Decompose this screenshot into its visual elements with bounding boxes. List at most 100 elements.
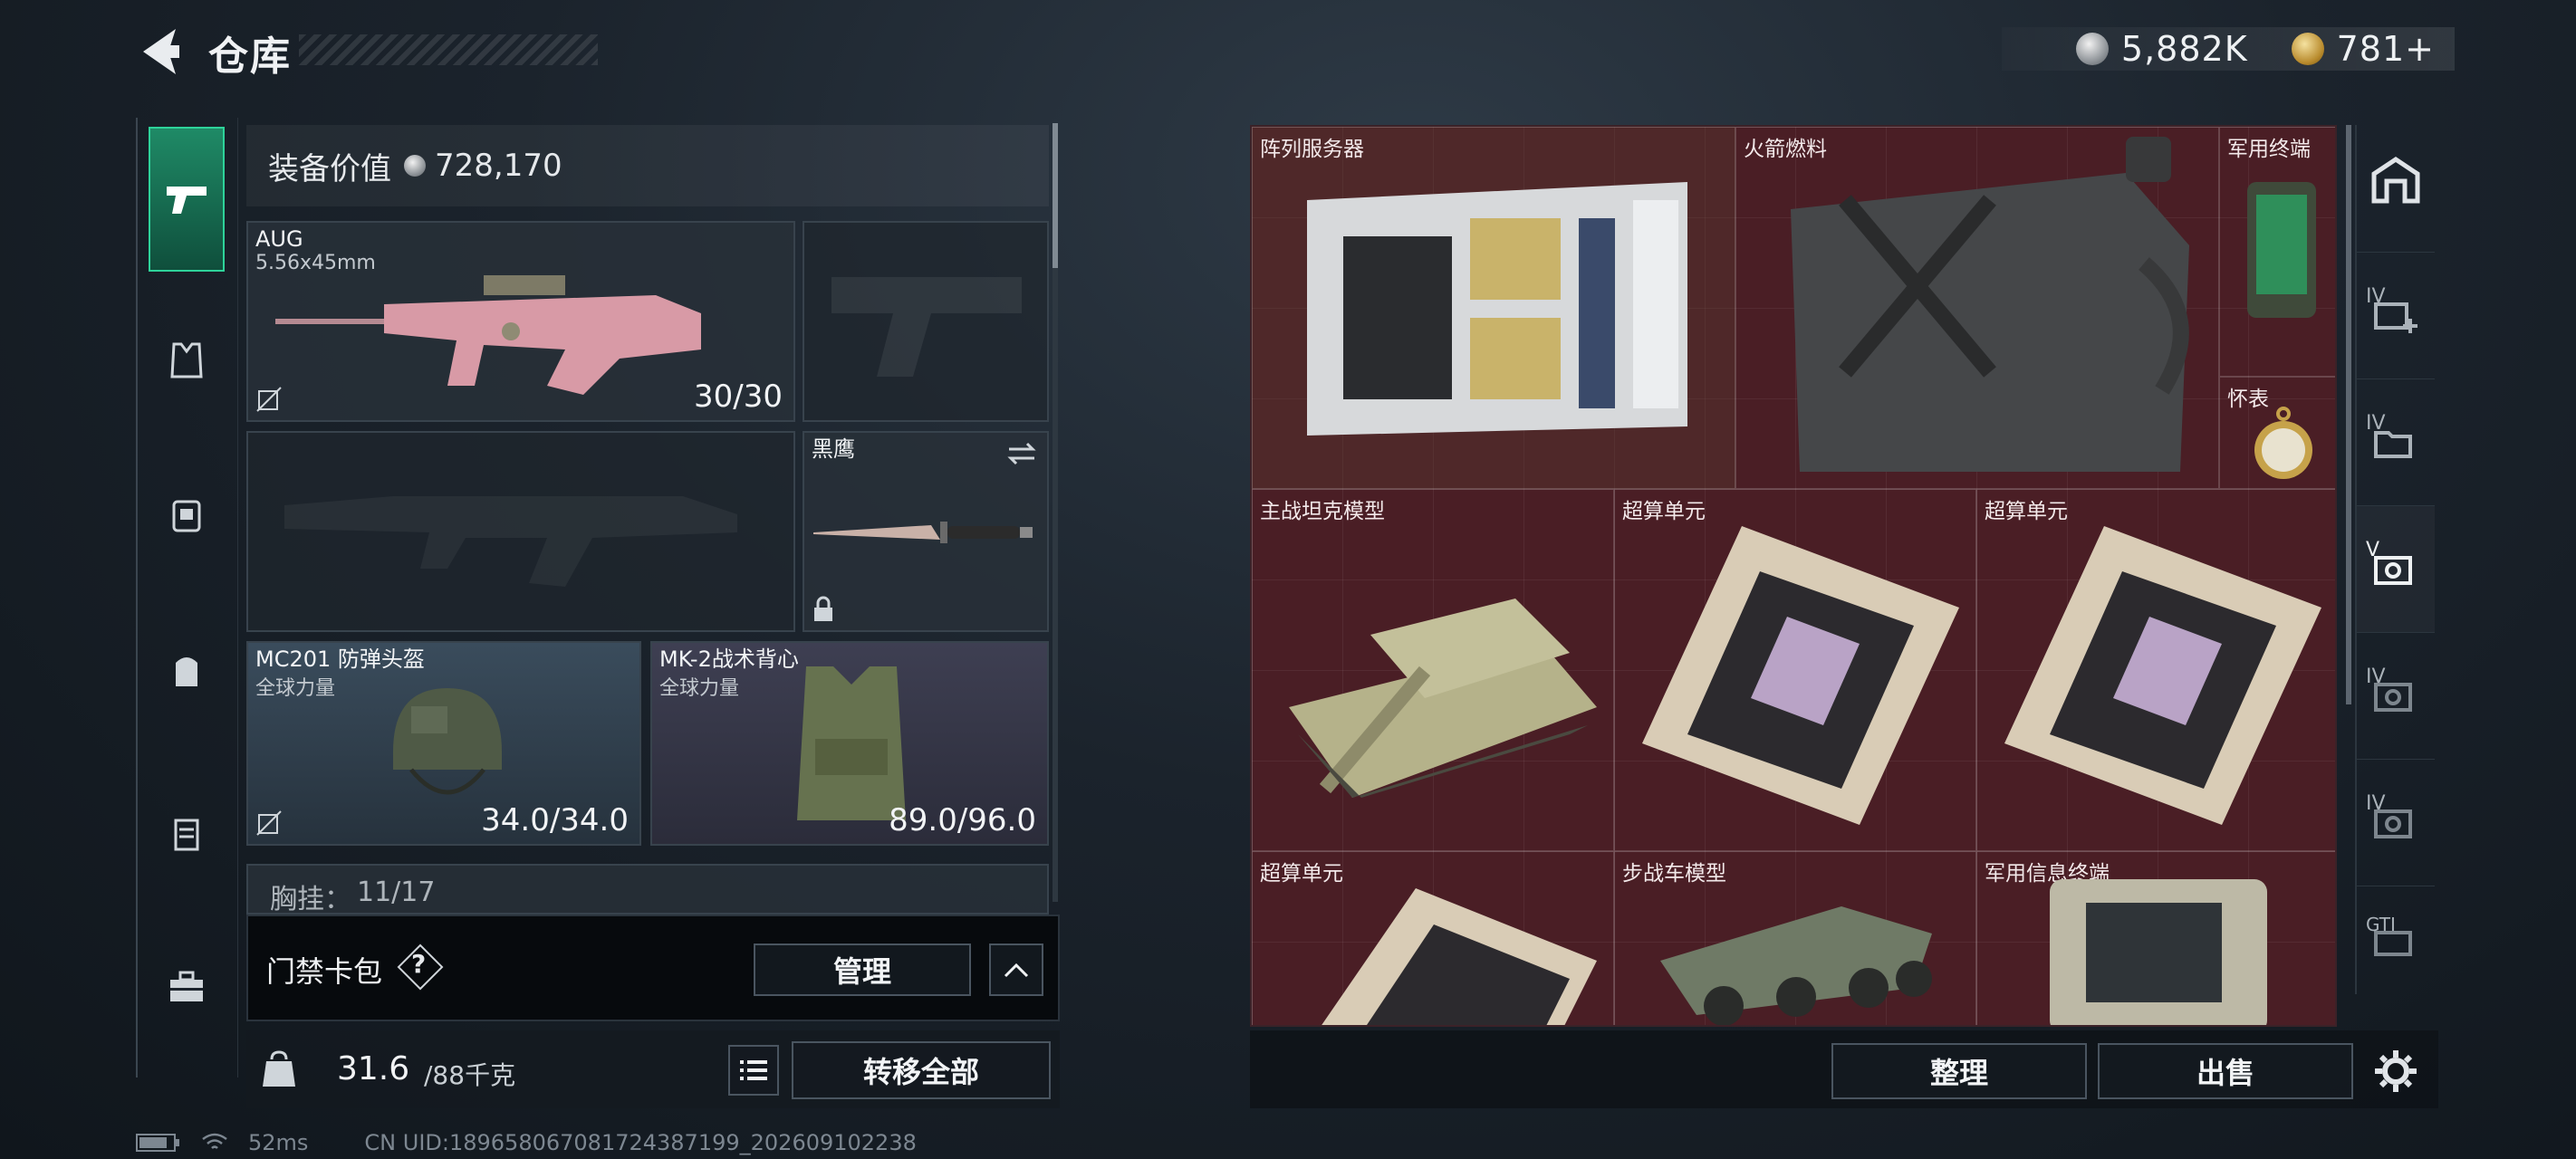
chest-rig-icon	[172, 500, 201, 532]
chest-rig-slot[interactable]: 胸挂： 11/17	[246, 864, 1049, 915]
tab-warehouse-home[interactable]	[2357, 125, 2435, 234]
list-icon	[740, 1060, 767, 1080]
tab-level: V	[2366, 539, 2380, 561]
item-military-info-terminal[interactable]: 军用信息终端	[1976, 851, 2335, 1025]
case-icon	[174, 819, 199, 851]
equipment-scrollbar-thumb[interactable]	[1053, 123, 1058, 268]
tank-image	[1289, 599, 1597, 798]
category-case[interactable]	[149, 788, 225, 878]
tab-storage-iv-safe[interactable]: IV	[2357, 632, 2435, 760]
armor-brand: 全球力量	[659, 677, 740, 700]
item-supercomputer-unit[interactable]: 超算单元	[1614, 489, 1976, 851]
card-pack-label: 门禁卡包	[266, 954, 383, 989]
gold-coin-icon	[2291, 33, 2324, 65]
item-label: 阵列服务器	[1260, 138, 1364, 161]
primary-weapon-slot[interactable]: AUG 5.56x45mm 30/30	[246, 221, 795, 422]
pistol-slot[interactable]	[803, 221, 1049, 422]
pistol-silhouette-icon	[831, 277, 1022, 377]
gpu-board-image	[2004, 526, 2321, 825]
list-view-button[interactable]	[728, 1045, 779, 1096]
title-stripe-decoration	[299, 34, 598, 65]
weight-current: 31.6	[337, 1050, 410, 1087]
tab-storage-iv-folder[interactable]: IV	[2357, 378, 2435, 506]
item-supercomputer-unit[interactable]: 超算单元	[1976, 489, 2335, 851]
category-chest-rig[interactable]	[149, 469, 225, 560]
tab-level: IV	[2366, 412, 2386, 435]
item-tank-model[interactable]: 主战坦克模型	[1252, 489, 1614, 851]
terminal-image	[2247, 182, 2316, 318]
storage-tab-rail: IV IV V IV IV GTI	[2355, 125, 2435, 994]
item-label: 主战坦克模型	[1260, 500, 1385, 523]
tab-level: IV	[2366, 285, 2386, 308]
equipment-value-label: 装备价值	[268, 150, 391, 187]
info-terminal-image	[2050, 879, 2267, 1025]
melee-name: 黑鹰	[812, 436, 855, 462]
item-label: 军用终端	[2227, 138, 2311, 161]
armor-durability: 89.0/96.0	[889, 802, 1036, 838]
tab-storage-v-safe[interactable]: V	[2357, 505, 2435, 633]
server-image	[1307, 182, 1687, 436]
manage-button[interactable]: 管理	[754, 943, 971, 996]
back-arrow-icon[interactable]	[136, 25, 183, 78]
user-uid: CN UID:18965806708172438719​9_2026091022…	[364, 1130, 917, 1155]
tab-storage-gti[interactable]: GTI	[2357, 886, 2435, 995]
tab-level: IV	[2366, 792, 2386, 815]
gpu-board-image	[1322, 888, 1597, 1025]
collapse-button[interactable]	[989, 943, 1043, 996]
category-weapons[interactable]	[149, 127, 225, 272]
category-toolbox[interactable]	[149, 942, 225, 1032]
warehouse-icon	[2371, 156, 2420, 204]
lock-icon	[814, 596, 832, 621]
tab-level: GTI	[2366, 914, 2396, 935]
item-ifv-model[interactable]: 步战车模型	[1614, 851, 1976, 1025]
battery-icon	[136, 1134, 179, 1152]
armor-vest-icon	[170, 342, 203, 378]
help-icon[interactable]: ?	[411, 949, 426, 979]
ifv-image	[1660, 906, 1932, 1025]
no-insurance-icon	[256, 810, 282, 836]
storage-grid: 阵列服务器 火箭燃料 军用终端 怀表 主战坦克模型 超算单元 超算单元 超算单元…	[1250, 125, 2337, 1027]
silver-balance: 5,882K	[2120, 29, 2248, 69]
weapon-ammo: 30/30	[694, 378, 783, 415]
item-military-terminal[interactable]: 军用终端	[2219, 127, 2335, 377]
item-rocket-fuel[interactable]: 火箭燃料	[1735, 127, 2219, 489]
sell-button[interactable]: 出售	[2098, 1043, 2353, 1099]
melee-slot[interactable]: 黑鹰	[803, 431, 1049, 632]
currency-bar: 5,882K 781+	[2002, 27, 2455, 71]
no-insurance-icon	[256, 387, 282, 412]
tab-level: IV	[2366, 666, 2386, 688]
helmet-brand: 全球力量	[255, 677, 336, 700]
silver-coin-icon	[2075, 33, 2109, 65]
item-pocket-watch[interactable]: 怀表	[2219, 377, 2335, 489]
item-array-server[interactable]: 阵列服务器	[1252, 127, 1735, 489]
storage-scrollbar[interactable]	[2346, 125, 2351, 704]
secondary-weapon-slot[interactable]	[246, 431, 795, 632]
combat-knife-image	[813, 522, 1033, 543]
settings-gear-icon[interactable]	[2373, 1049, 2418, 1094]
armor-slot[interactable]: MK-2战术背心 全球力量 89.0/96.0	[650, 641, 1049, 846]
gpu-board-image	[1642, 526, 1959, 825]
ping-value: 52ms	[248, 1130, 309, 1155]
backpack-icon	[176, 657, 197, 686]
helmet-image	[393, 688, 502, 795]
weight-icon	[263, 1050, 295, 1087]
wifi-icon	[202, 1133, 227, 1149]
weight-max: /88千克	[424, 1060, 516, 1090]
helmet-slot[interactable]: MC201 防弹头盔 全球力量 34.0/34.0	[246, 641, 641, 846]
armor-name: MK-2战术背心	[659, 647, 799, 672]
tab-storage-iv-add[interactable]: IV	[2357, 252, 2435, 379]
item-supercomputer-unit[interactable]: 超算单元	[1252, 851, 1614, 1025]
tidy-button[interactable]: 整理	[1831, 1043, 2087, 1099]
silver-coin-icon	[404, 155, 426, 177]
chest-rig-capacity: 11/17	[357, 876, 436, 908]
tab-storage-iv-safe-2[interactable]: IV	[2357, 759, 2435, 886]
swap-icon[interactable]	[1005, 440, 1038, 467]
equipment-value-bar: 装备价值 728,170	[246, 125, 1049, 206]
category-backpack[interactable]	[149, 625, 225, 715]
page-title: 仓库	[208, 34, 292, 80]
chevron-up-icon	[1004, 963, 1029, 978]
weapon-name: AUG	[255, 226, 303, 252]
toolbox-icon	[170, 971, 203, 1001]
category-armor[interactable]	[149, 315, 225, 406]
transfer-all-button[interactable]: 转移全部	[792, 1041, 1051, 1099]
